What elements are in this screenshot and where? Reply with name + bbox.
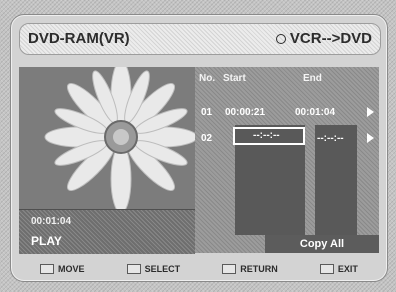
footer-legend: MOVE SELECT RETURN EXIT <box>19 261 379 277</box>
footer-item-exit: EXIT <box>319 264 358 274</box>
header-bar: DVD-RAM(VR) VCR-->DVD <box>19 23 381 55</box>
row-2-start[interactable]: --:--:-- <box>253 130 280 141</box>
video-preview <box>19 67 195 209</box>
column-header-start: Start <box>223 73 246 84</box>
row-2-number: 02 <box>201 133 213 144</box>
footer-select-label: SELECT <box>144 264 181 274</box>
playback-time: 00:01:04 <box>31 216 72 227</box>
footer-move-label: MOVE <box>58 264 85 274</box>
footer-item-return: RETURN <box>222 264 278 274</box>
copy-mode-label: VCR-->DVD <box>289 30 372 47</box>
exit-button-icon <box>319 264 334 274</box>
circle-icon <box>275 33 286 44</box>
dialog-panel: DVD-RAM(VR) VCR-->DVD 00:01:04 PLAY No. … <box>10 14 388 282</box>
row-1-number: 01 <box>201 107 213 118</box>
footer-item-move: MOVE <box>40 264 85 274</box>
return-button-icon <box>222 264 237 274</box>
row-1-arrow-icon <box>367 107 374 117</box>
copy-all-button[interactable]: Copy All <box>265 235 379 253</box>
playback-state: PLAY <box>31 234 62 248</box>
move-button-icon <box>40 264 55 274</box>
footer-exit-label: EXIT <box>337 264 358 274</box>
playback-status: 00:01:04 PLAY <box>19 209 195 254</box>
enter-button-icon <box>126 264 141 274</box>
copy-mode: VCR-->DVD <box>275 30 372 47</box>
page-title: DVD-RAM(VR) <box>28 30 130 47</box>
row-1-start[interactable]: 00:00:21 <box>225 107 265 118</box>
column-header-no: No. <box>199 73 216 84</box>
footer-return-label: RETURN <box>240 264 278 274</box>
row-2-arrow-icon <box>367 133 374 143</box>
column-header-end: End <box>303 73 322 84</box>
flower-image <box>19 67 195 209</box>
copy-list: No. Start End 01 00:00:21 00:01:04 02 --… <box>195 67 379 253</box>
footer-item-select: SELECT <box>126 264 181 274</box>
row-1-end[interactable]: 00:01:04 <box>295 107 335 118</box>
row-2-end[interactable]: --:--:-- <box>317 133 344 144</box>
